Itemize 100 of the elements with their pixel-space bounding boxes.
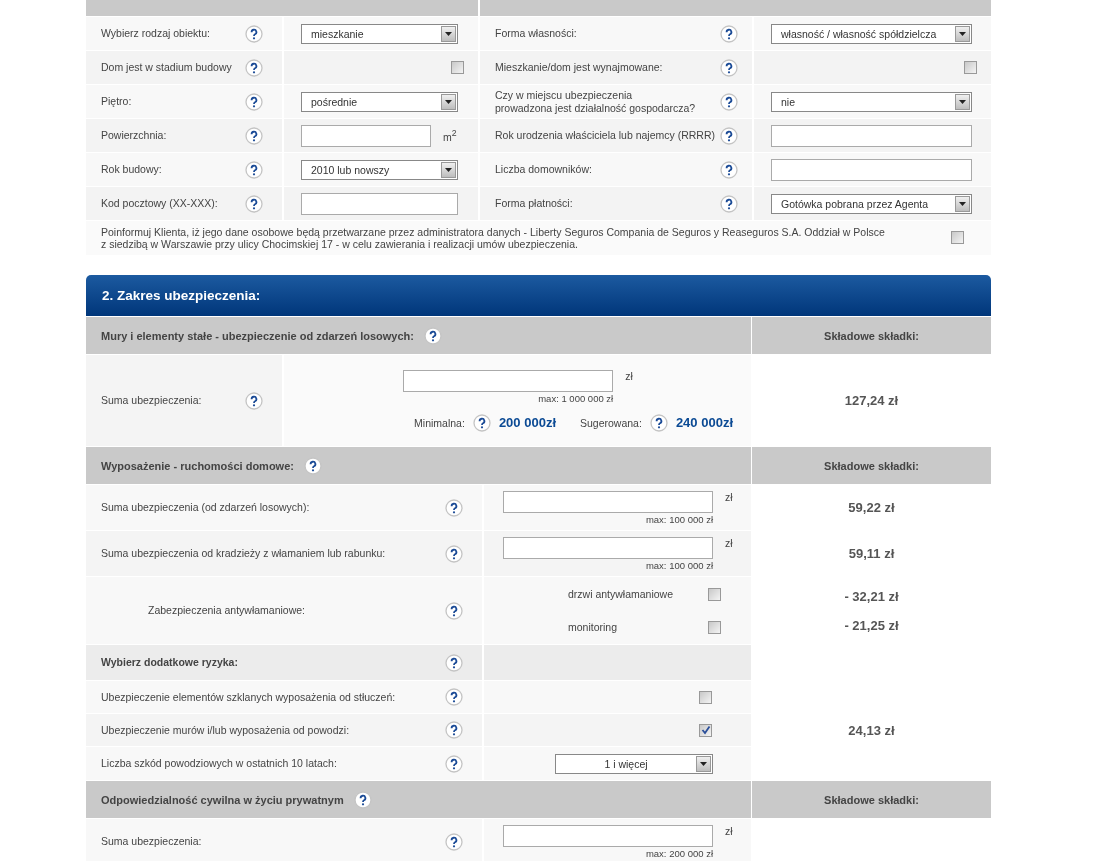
field-label: Forma własności:: [494, 27, 578, 40]
field-label: Piętro:: [100, 95, 133, 108]
field-label: Czy w miejscu ubezpieczenia prowadzona jest działalność gospodarcza?: [494, 88, 697, 115]
help-icon[interactable]: [245, 126, 263, 145]
dropdown[interactable]: pośrednie: [301, 91, 458, 112]
subheading: Wybierz dodatkowe ryzyka:: [100, 656, 239, 669]
premium-heading: Składowe składki:: [824, 459, 919, 472]
suggested-amount: 240 000zł: [675, 415, 733, 430]
caret-icon[interactable]: [445, 31, 452, 36]
help-icon[interactable]: [303, 456, 322, 475]
caret-icon[interactable]: [959, 31, 966, 36]
help-icon[interactable]: [445, 653, 463, 672]
field-label: Suma ubezpieczenia:: [100, 394, 203, 407]
block-title: Mury i elementy stałe - ubezpieczenie od zdarzeń losowych:: [101, 329, 414, 342]
caret-icon[interactable]: [445, 99, 452, 104]
checkbox[interactable]: [964, 61, 977, 74]
field-label: Liczba szkód powodziowych w ostatnich 10 latach:: [100, 757, 338, 770]
field-label: Kod pocztowy (XX-XXX):: [100, 197, 219, 210]
help-icon[interactable]: [445, 498, 463, 517]
premium-amount: - 32,21 zł: [844, 588, 899, 604]
help-icon[interactable]: [720, 58, 738, 77]
premium-heading: Składowe składki:: [824, 793, 919, 806]
help-icon[interactable]: [720, 194, 738, 213]
checkbox[interactable]: [451, 61, 464, 74]
dropdown[interactable]: nie: [771, 91, 972, 112]
caret-icon[interactable]: [700, 761, 707, 766]
field-label: Zabezpieczenia antywłamaniowe:: [147, 604, 306, 617]
option-label: monitoring: [568, 621, 619, 633]
field-label: Dom jest w stadium budowy: [100, 61, 233, 74]
dropdown[interactable]: Gotówka pobrana przez Agenta: [771, 193, 972, 214]
dropdown[interactable]: własność / własność spółdzielcza: [771, 23, 972, 44]
option-label: drzwi antywłamaniowe: [568, 588, 675, 600]
dropdown[interactable]: 1 i więcej: [555, 753, 713, 774]
field-label: Suma ubezpieczenia od kradzieży z włamaniem lub rabunku:: [100, 547, 387, 560]
help-icon[interactable]: [720, 24, 738, 43]
field-label: Mieszkanie/dom jest wynajmowane:: [494, 61, 664, 74]
help-icon[interactable]: [720, 92, 738, 111]
help-icon[interactable]: [445, 688, 463, 706]
field-label: Rok budowy:: [100, 163, 163, 176]
field-label: Forma płatności:: [494, 197, 574, 210]
suggested-label: Sugerowana:: [580, 416, 642, 429]
input-field[interactable]: [301, 192, 458, 215]
minimal-label: Minimalna:: [414, 416, 465, 429]
dropdown[interactable]: mieszkanie: [301, 23, 458, 44]
help-icon[interactable]: [445, 601, 463, 620]
input-field[interactable]: [403, 369, 614, 392]
block-title: Odpowiedzialność cywilna w życiu prywatnym: [101, 793, 344, 806]
help-icon[interactable]: [720, 160, 738, 179]
help-icon[interactable]: [445, 832, 463, 851]
field-label: Wybierz rodzaj obiektu:: [100, 27, 212, 40]
currency-label: zł: [725, 536, 733, 551]
premium-amount: 24,13 zł: [848, 722, 895, 738]
premium-amount: 59,22 zł: [848, 500, 895, 515]
section-header: 2. Zakres ubezpieczenia:: [86, 275, 991, 316]
currency-label: zł: [725, 824, 733, 839]
checkbox[interactable]: [699, 690, 712, 704]
caret-icon[interactable]: [959, 99, 966, 104]
help-icon[interactable]: [245, 391, 263, 410]
currency-label: zł: [725, 490, 733, 505]
checkbox[interactable]: [708, 587, 721, 601]
input-field[interactable]: [771, 124, 972, 147]
input-field[interactable]: [503, 824, 713, 847]
caret-icon[interactable]: [445, 167, 452, 172]
help-icon[interactable]: [720, 126, 738, 145]
field-label: Ubezpieczenie murów i/lub wyposażenia od powodzi:: [100, 723, 351, 737]
help-icon[interactable]: [353, 790, 372, 809]
help-icon[interactable]: [245, 24, 263, 43]
input-field[interactable]: [503, 536, 713, 559]
help-icon[interactable]: [445, 721, 463, 739]
help-icon[interactable]: [472, 413, 491, 432]
checkbox[interactable]: [699, 723, 712, 737]
consent-text: Poinformuj Klienta, iż jego dane osobowe będą przetwarzane przez administratora danych - Liberty Seguros Compania de Seguros y Reaseguros S.A. Oddział w Polsce z siedzibą w Warszawie przy ulicy Chocimskiej 17 - w celu zawierania i realizacji umów ubezpieczenia.: [100, 226, 886, 250]
dropdown[interactable]: 2010 lub nowszy: [301, 159, 458, 180]
input-field[interactable]: [301, 124, 431, 147]
help-icon[interactable]: [245, 58, 263, 77]
help-icon[interactable]: [445, 754, 463, 773]
checkbox[interactable]: [951, 230, 964, 244]
currency-label: zł: [625, 369, 633, 384]
max-hint: max: 100 000 zł: [644, 513, 713, 525]
field-label: Liczba domowników:: [494, 163, 593, 176]
field-label: Ubezpieczenie elementów szklanych wyposażenia od stłuczeń:: [100, 690, 397, 704]
help-icon[interactable]: [649, 413, 668, 432]
help-icon[interactable]: [423, 326, 442, 345]
help-icon[interactable]: [445, 544, 463, 563]
input-field[interactable]: [771, 158, 972, 181]
caret-icon[interactable]: [959, 201, 966, 206]
premium-amount: 59,11 zł: [848, 546, 895, 561]
help-icon[interactable]: [245, 92, 263, 111]
help-icon[interactable]: [245, 160, 263, 179]
premium-heading: Składowe składki:: [824, 329, 919, 342]
unit-label: m$^{2}$: [443, 128, 457, 143]
minimal-amount: 200 000zł: [498, 415, 556, 430]
checkbox[interactable]: [708, 620, 721, 634]
field-label: Powierzchnia:: [100, 129, 168, 142]
block-title: Wyposażenie - ruchomości domowe:: [101, 459, 294, 472]
help-icon[interactable]: [245, 194, 263, 213]
input-field[interactable]: [503, 490, 713, 513]
max-hint: max: 1 000 000 zł: [537, 392, 614, 404]
field-label: Suma ubezpieczenia (od zdarzeń losowych):: [100, 501, 311, 514]
field-label: Rok urodzenia właściciela lub najemcy (RRRR): [494, 129, 716, 142]
